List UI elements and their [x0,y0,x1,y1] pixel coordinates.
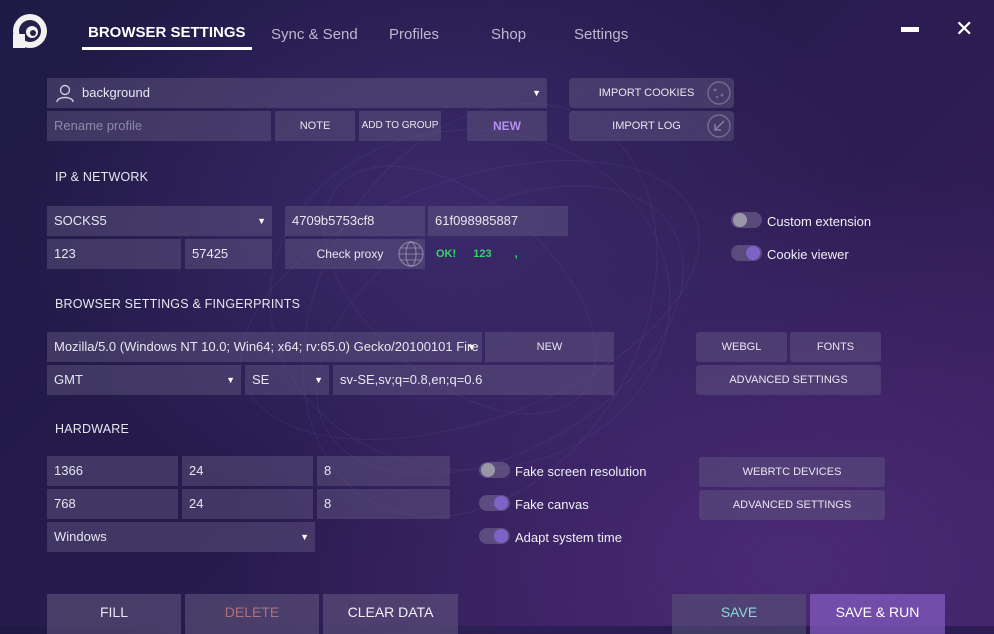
profile-select[interactable]: background ▼ [47,78,547,108]
hardware-advanced-settings-button[interactable]: ADVANCED SETTINGS [699,490,885,520]
locale-select[interactable]: SE ▼ [245,365,329,395]
os-select[interactable]: Windows ▼ [47,522,315,552]
adapt-time-toggle[interactable] [479,528,510,544]
import-cookies-button[interactable]: IMPORT COOKIES [569,78,734,108]
tab-browser-settings[interactable]: BROWSER SETTINGS [88,24,246,41]
app-logo [11,12,49,50]
custom-extension-toggle[interactable] [731,212,762,228]
clear-data-button[interactable]: CLEAR DATA [323,594,458,634]
cookie-viewer-toggle[interactable] [731,245,762,261]
chevron-down-icon: ▼ [314,375,323,385]
check-proxy-button[interactable]: Check proxy [285,239,425,269]
import-arrow-icon [707,114,731,138]
chevron-down-icon: ▼ [300,532,309,542]
proxy-type-value: SOCKS5 [54,213,107,228]
fake-canvas-toggle[interactable] [479,495,510,511]
proxy-password-input[interactable]: 61f098985887 [428,206,568,236]
section-title-fingerprints: BROWSER SETTINGS & FINGERPRINTS [55,297,301,311]
tab-shop[interactable]: Shop [491,26,526,43]
import-log-button[interactable]: IMPORT LOG [569,111,734,141]
proxy-type-select[interactable]: SOCKS5 ▼ [47,206,272,236]
active-tab-underline [82,47,252,50]
user-agent-value: Mozilla/5.0 (Windows NT 10.0; Win64; x64… [54,339,479,354]
fake-screen-toggle[interactable] [479,462,510,478]
advanced-settings-button[interactable]: ADVANCED SETTINGS [696,365,881,395]
fake-screen-label: Fake screen resolution [515,464,647,479]
rename-profile-input[interactable]: Rename profile [47,111,271,141]
screen-width-input[interactable]: 1366 [47,456,178,486]
chevron-down-icon: ▼ [257,216,266,226]
section-title-network: IP & NETWORK [55,170,149,184]
chevron-down-icon: ▼ [532,88,541,98]
languages-input[interactable]: sv-SE,sv;q=0.8,en;q=0.6 [333,365,614,395]
tab-sync-send[interactable]: Sync & Send [271,26,358,43]
import-log-label: IMPORT LOG [612,120,681,132]
chevron-down-icon: ▼ [226,375,235,385]
globe-icon [398,241,424,267]
note-button[interactable]: NOTE [275,111,355,141]
fill-button[interactable]: FILL [47,594,181,634]
webgl-button[interactable]: WEBGL [696,332,787,362]
memory-input[interactable]: 8 [317,489,450,519]
status-extra: , [514,248,518,260]
status-ok: OK! [436,248,457,260]
logo-icon [13,14,47,48]
timezone-value: GMT [54,372,83,387]
user-agent-select[interactable]: Mozilla/5.0 (Windows NT 10.0; Win64; x64… [47,332,482,362]
custom-extension-label: Custom extension [767,214,872,229]
timezone-select[interactable]: GMT ▼ [47,365,241,395]
section-title-hardware: HARDWARE [55,422,130,436]
screen-height-input[interactable]: 768 [47,489,178,519]
pixel-depth-input[interactable]: 24 [182,489,313,519]
fonts-button[interactable]: FONTS [790,332,881,362]
fake-canvas-label: Fake canvas [515,497,589,512]
close-button[interactable]: ✕ [955,16,973,42]
save-and-run-button[interactable]: SAVE & RUN [810,594,945,634]
add-to-group-button[interactable]: ADD TO GROUP [359,111,441,141]
proxy-host-input[interactable]: 123 [47,239,181,269]
import-cookies-label: IMPORT COOKIES [598,87,695,99]
proxy-login-input[interactable]: 4709b5753cf8 [285,206,425,236]
cookie-icon [707,81,731,105]
locale-value: SE [252,372,270,387]
os-value: Windows [54,529,107,544]
minimize-button[interactable] [901,27,919,32]
cookie-viewer-label: Cookie viewer [767,247,849,262]
new-profile-button[interactable]: NEW [467,111,547,141]
save-button[interactable]: SAVE [672,594,806,634]
color-depth-input[interactable]: 24 [182,456,313,486]
tab-settings[interactable]: Settings [574,26,628,43]
status-ip: 123 [473,248,492,260]
adapt-time-label: Adapt system time [515,530,622,545]
tab-profiles[interactable]: Profiles [389,26,439,43]
profile-select-value: background [82,85,150,100]
new-user-agent-button[interactable]: NEW [485,332,614,362]
user-icon [56,84,74,103]
delete-button[interactable]: DELETE [185,594,319,634]
proxy-status: OK! 123 , [436,248,518,260]
chevron-down-icon: ▼ [467,342,476,352]
check-proxy-label: Check proxy [316,247,384,261]
webrtc-devices-button[interactable]: WEBRTC DEVICES [699,457,885,487]
proxy-port-input[interactable]: 57425 [185,239,272,269]
cpu-cores-input[interactable]: 8 [317,456,450,486]
